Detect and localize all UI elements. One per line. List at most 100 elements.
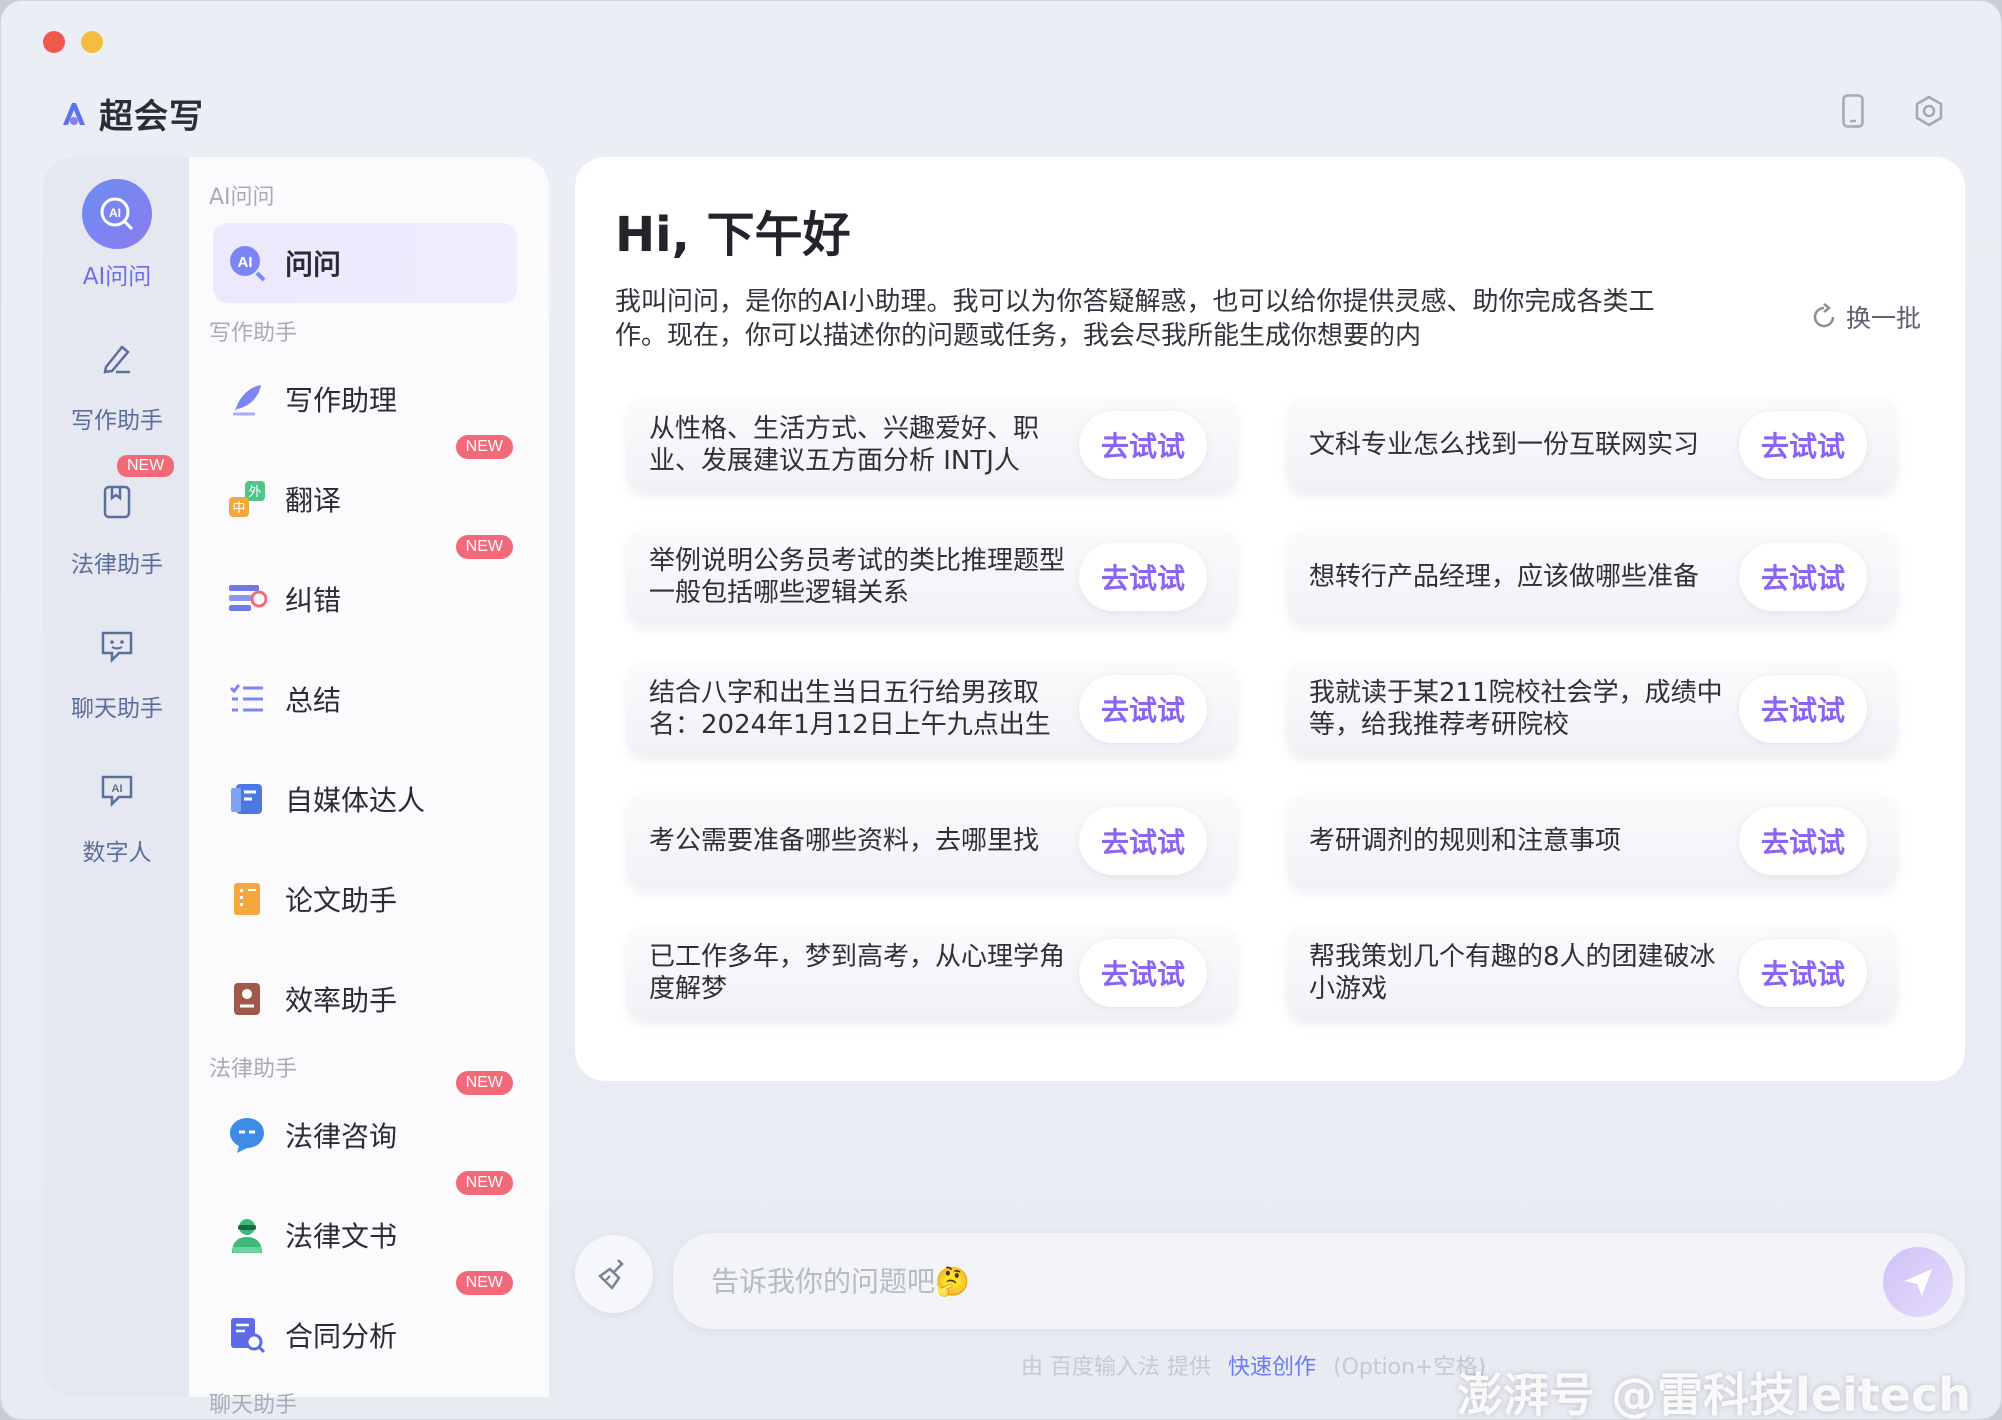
consult-bubble-icon [227, 1115, 267, 1155]
refresh-button[interactable]: 换一批 [1810, 299, 1921, 335]
suggestion-card[interactable]: 文科专业怎么找到一份互联网实习 去试试 [1287, 397, 1897, 493]
try-button[interactable]: 去试试 [1738, 675, 1867, 743]
menu-item-proofread[interactable]: NEW 纠错 [213, 535, 517, 639]
suggestion-card[interactable]: 结合八字和出生当日五行给男孩取名：2024年1月12日上午九点出生 去试试 [627, 661, 1237, 757]
menu-item-efficiency[interactable]: 效率助手 [213, 959, 517, 1039]
menu-item-thesis[interactable]: 论文助手 [213, 859, 517, 939]
suggestion-text: 考研调剂的规则和注意事项 [1309, 826, 1622, 856]
menu-item-label: 自媒体达人 [285, 784, 426, 817]
menu-item-legal-docs[interactable]: NEW 法律文书 [213, 1171, 517, 1275]
lawyer-icon [227, 1215, 267, 1255]
svg-text:AI: AI [112, 783, 123, 795]
menu-item-writing-assistant[interactable]: 写作助理 [213, 359, 517, 439]
clear-context-button[interactable] [575, 1235, 653, 1313]
try-button[interactable]: 去试试 [1738, 411, 1867, 479]
menu-item-contract-analysis[interactable]: NEW 合同分析 [213, 1271, 517, 1375]
provider-text: 由 百度输入法 提供 [1021, 1355, 1211, 1380]
mobile-icon[interactable] [1837, 93, 1869, 129]
contract-search-icon [227, 1315, 267, 1355]
menu-item-label: 法律咨询 [285, 1120, 398, 1153]
watermark: 澎湃号 @雷科技leitech [1457, 1368, 1971, 1420]
menu-item-label: 翻译 [285, 484, 342, 517]
suggestion-text: 举例说明公务员考试的类比推理题型一般包括哪些逻辑关系 [649, 546, 1066, 608]
try-button[interactable]: 去试试 [1738, 939, 1867, 1007]
try-button[interactable]: 去试试 [1738, 543, 1867, 611]
window-controls [43, 31, 103, 53]
rail-item-digital-human[interactable]: AI 数字人 [43, 755, 191, 867]
menu-item-self-media[interactable]: 自媒体达人 [213, 759, 517, 839]
menu-item-ask[interactable]: AI 问问 [213, 223, 517, 303]
menu-item-label: 论文助手 [285, 884, 398, 917]
try-button[interactable]: 去试试 [1078, 807, 1207, 875]
menu-item-label: 总结 [285, 684, 342, 717]
suggestion-card[interactable]: 从性格、生活方式、兴趣爱好、职业、发展建议五方面分析 INTJ人 去试试 [627, 397, 1237, 493]
quill-icon [227, 379, 267, 419]
suggestion-card[interactable]: 帮我策划几个有趣的8人的团建破冰小游戏 去试试 [1287, 925, 1897, 1021]
menu-item-legal-consult[interactable]: NEW 法律咨询 [213, 1071, 517, 1175]
broom-icon [598, 1259, 624, 1290]
ai-avatar-icon: AI [82, 755, 152, 825]
chat-input[interactable] [711, 1257, 1811, 1305]
suggestion-text: 已工作多年，梦到高考，从心理学角度解梦 [649, 942, 1066, 1004]
minimize-window-button[interactable] [81, 31, 103, 53]
suggestion-text: 想转行产品经理，应该做哪些准备 [1309, 562, 1700, 592]
new-badge: NEW [455, 1171, 513, 1195]
new-badge: NEW [455, 1271, 513, 1295]
close-window-button[interactable] [43, 31, 65, 53]
menu-item-label: 效率助手 [285, 984, 398, 1017]
suggestion-text: 帮我策划几个有趣的8人的团建破冰小游戏 [1309, 942, 1716, 1004]
suggestion-card[interactable]: 考研调剂的规则和注意事项 去试试 [1287, 793, 1897, 889]
svg-text:AI: AI [238, 254, 253, 271]
menu-item-summary[interactable]: 总结 [213, 659, 517, 739]
suggestion-text: 考公需要准备哪些资料，去哪里找 [649, 826, 1040, 856]
suggestion-text: 结合八字和出生当日五行给男孩取名：2024年1月12日上午九点出生 [649, 678, 1051, 740]
menu-item-label: 法律文书 [285, 1220, 398, 1253]
rail-item-legal[interactable]: NEW 法律助手 [43, 455, 191, 579]
quick-create-link[interactable]: 快速创作 [1228, 1355, 1316, 1380]
suggestion-text: 从性格、生活方式、兴趣爱好、职业、发展建议五方面分析 INTJ人 [649, 414, 1040, 476]
ai-chat-icon: AI [82, 179, 152, 249]
main-panel: Hi, 下午好 我叫问问，是你的AI小助理。我可以为你答疑解惑，也可以给你提供灵… [575, 157, 1965, 1081]
book-icon [82, 467, 152, 537]
new-badge: NEW [455, 1071, 513, 1095]
send-button[interactable] [1883, 1247, 1953, 1317]
menu-item-label: 写作助理 [285, 384, 398, 417]
svg-text:中: 中 [232, 501, 245, 516]
rail-item-ai-ask[interactable]: AI AI问问 [43, 179, 191, 291]
app-name: 超会写 [99, 97, 204, 137]
try-button[interactable]: 去试试 [1078, 939, 1207, 1007]
thesis-book-icon [227, 879, 267, 919]
suggestion-card[interactable]: 举例说明公务员考试的类比推理题型一般包括哪些逻辑关系 去试试 [627, 529, 1237, 625]
rail-item-chat[interactable]: 聊天助手 [43, 611, 191, 723]
menu-section-title: 法律助手 [209, 1057, 298, 1082]
svg-text:外: 外 [248, 485, 261, 500]
suggestion-card[interactable]: 想转行产品经理，应该做哪些准备 去试试 [1287, 529, 1897, 625]
top-toolbar [1837, 93, 1945, 129]
suggestion-text: 文科专业怎么找到一份互联网实习 [1309, 430, 1700, 460]
rail-label: 数字人 [82, 840, 152, 866]
primary-nav-rail: AI AI问问 写作助手 NEW 法律助手 聊天助手 AI 数字人 [43, 157, 191, 1397]
refresh-label: 换一批 [1845, 304, 1921, 333]
menu-item-label: 问问 [285, 248, 342, 281]
planner-icon [227, 979, 267, 1019]
refresh-icon [1813, 303, 1835, 328]
rail-label: 法律助手 [71, 552, 163, 578]
try-button[interactable]: 去试试 [1738, 807, 1867, 875]
suggestion-card[interactable]: 考公需要准备哪些资料，去哪里找 去试试 [627, 793, 1237, 889]
menu-item-label: 纠错 [285, 584, 342, 617]
suggestion-card[interactable]: 我就读于某211院校社会学，成绩中等，给我推荐考研院校 去试试 [1287, 661, 1897, 757]
menu-item-translate[interactable]: NEW 外中 翻译 [213, 435, 517, 539]
rail-label: AI问问 [82, 264, 152, 290]
document-flag-icon [227, 779, 267, 819]
rail-item-writing[interactable]: 写作助手 [43, 323, 191, 435]
try-button[interactable]: 去试试 [1078, 543, 1207, 611]
menu-section-title: AI问问 [209, 185, 275, 210]
chat-input-box [673, 1233, 1965, 1329]
ai-search-icon: AI [227, 243, 267, 283]
suggestion-card[interactable]: 已工作多年，梦到高考，从心理学角度解梦 去试试 [627, 925, 1237, 1021]
settings-icon[interactable] [1913, 93, 1945, 129]
input-method-note: 由 百度输入法 提供 快速创作 (Option+空格) [1021, 1349, 1486, 1381]
assistant-intro: 我叫问问，是你的AI小助理。我可以为你答疑解惑，也可以给你提供灵感、助你完成各类… [615, 287, 1655, 351]
try-button[interactable]: 去试试 [1078, 411, 1207, 479]
try-button[interactable]: 去试试 [1078, 675, 1207, 743]
